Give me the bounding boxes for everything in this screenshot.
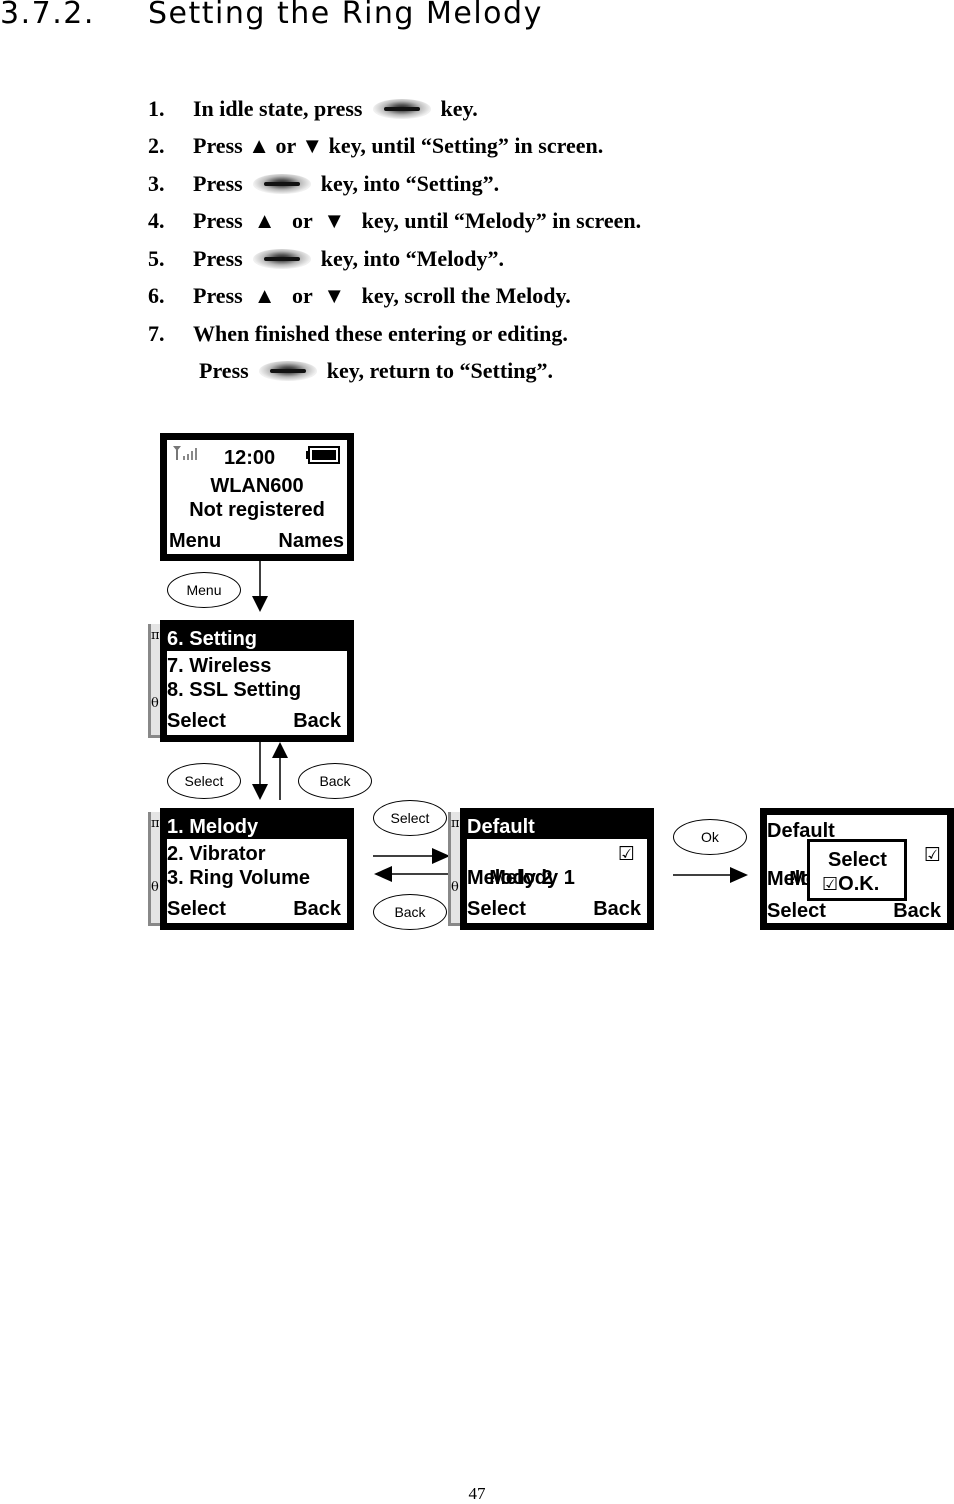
back-key-oval: Back <box>298 763 372 799</box>
softkey-names[interactable]: Names <box>278 529 344 553</box>
softkey-select[interactable]: Select <box>167 709 226 733</box>
setting-item-melody[interactable]: 1. Melody <box>167 813 347 839</box>
softkey-select[interactable]: Select <box>167 897 226 921</box>
softkey-bar: Menu Names <box>167 529 347 553</box>
checkbox-checked-icon: ☑ <box>822 874 839 895</box>
ok-key-oval: Ok <box>673 819 747 855</box>
popup-title: Select <box>828 849 887 871</box>
softkey-back[interactable]: Back <box>293 897 341 921</box>
popup-ok-label: O.K. <box>838 873 880 895</box>
flow-arrows <box>252 560 748 883</box>
idle-screen: 12:00 WLAN600 Not registered Menu Names <box>160 433 354 561</box>
popup-ok-option[interactable]: ☑O.K. <box>822 872 904 897</box>
softkey-bar: Select Back <box>767 899 947 923</box>
melody-item-melody-2[interactable]: Melody 2 <box>467 866 647 890</box>
menu-item-ssl-setting[interactable]: 8. SSL Setting <box>167 678 347 702</box>
setting-screen: 1. Melody 2. Vibrator 3. Ring Volume Sel… <box>160 808 354 930</box>
setting-item-ring-volume[interactable]: 3. Ring Volume <box>167 866 347 890</box>
device-name: WLAN600 <box>210 475 304 497</box>
softkey-bar: Select Back <box>467 897 647 921</box>
melody-screen: Default Melody 1 ☑ Melody 2 Select Back <box>460 808 654 930</box>
registration-status: Not registered <box>189 499 325 521</box>
setting-item-vibrator[interactable]: 2. Vibrator <box>167 842 347 866</box>
menu-item-setting[interactable]: 6. Setting <box>167 625 347 651</box>
checkbox-checked-icon: ☑ <box>617 843 635 865</box>
softkey-bar: Select Back <box>167 897 347 921</box>
softkey-back[interactable]: Back <box>293 709 341 733</box>
scroll-top-glyph: π <box>451 816 460 831</box>
arrow-head <box>272 742 288 758</box>
arrow-head <box>252 596 268 612</box>
battery-icon <box>306 446 340 464</box>
arrow-head <box>730 867 748 883</box>
softkey-select[interactable]: Select <box>467 897 526 921</box>
select-key-oval: Select <box>167 763 241 799</box>
confirm-popup: Select ☑O.K. <box>807 839 907 901</box>
softkey-select[interactable]: Select <box>767 899 826 923</box>
scroll-bottom-glyph: θ <box>451 880 459 895</box>
softkey-menu[interactable]: Menu <box>169 529 221 553</box>
scroll-bottom-glyph: θ <box>151 696 159 711</box>
scroll-top-glyph: π <box>151 628 160 643</box>
softkey-back[interactable]: Back <box>893 899 941 923</box>
softkey-bar: Select Back <box>167 709 347 733</box>
arrow-head <box>374 866 392 882</box>
melody-item-default[interactable]: Default <box>467 813 647 839</box>
softkey-back[interactable]: Back <box>593 897 641 921</box>
menu-item-wireless[interactable]: 7. Wireless <box>167 654 347 678</box>
page-number: 47 <box>468 1484 486 1503</box>
clock: 12:00 <box>224 447 276 469</box>
select-key-oval: Select <box>373 800 447 836</box>
menu-key-oval: Menu <box>167 572 241 608</box>
scroll-bottom-glyph: θ <box>151 880 159 895</box>
scroll-top-glyph: π <box>151 816 160 831</box>
arrow-head <box>252 784 268 800</box>
melody-item-melody-1[interactable]: Melody 1 ☑ <box>467 842 647 938</box>
checkbox-checked-icon: ☑ <box>923 844 941 866</box>
main-menu-screen: 6. Setting 7. Wireless 8. SSL Setting Se… <box>160 620 354 742</box>
back-key-oval: Back <box>373 894 447 930</box>
signal-icon <box>171 443 209 460</box>
